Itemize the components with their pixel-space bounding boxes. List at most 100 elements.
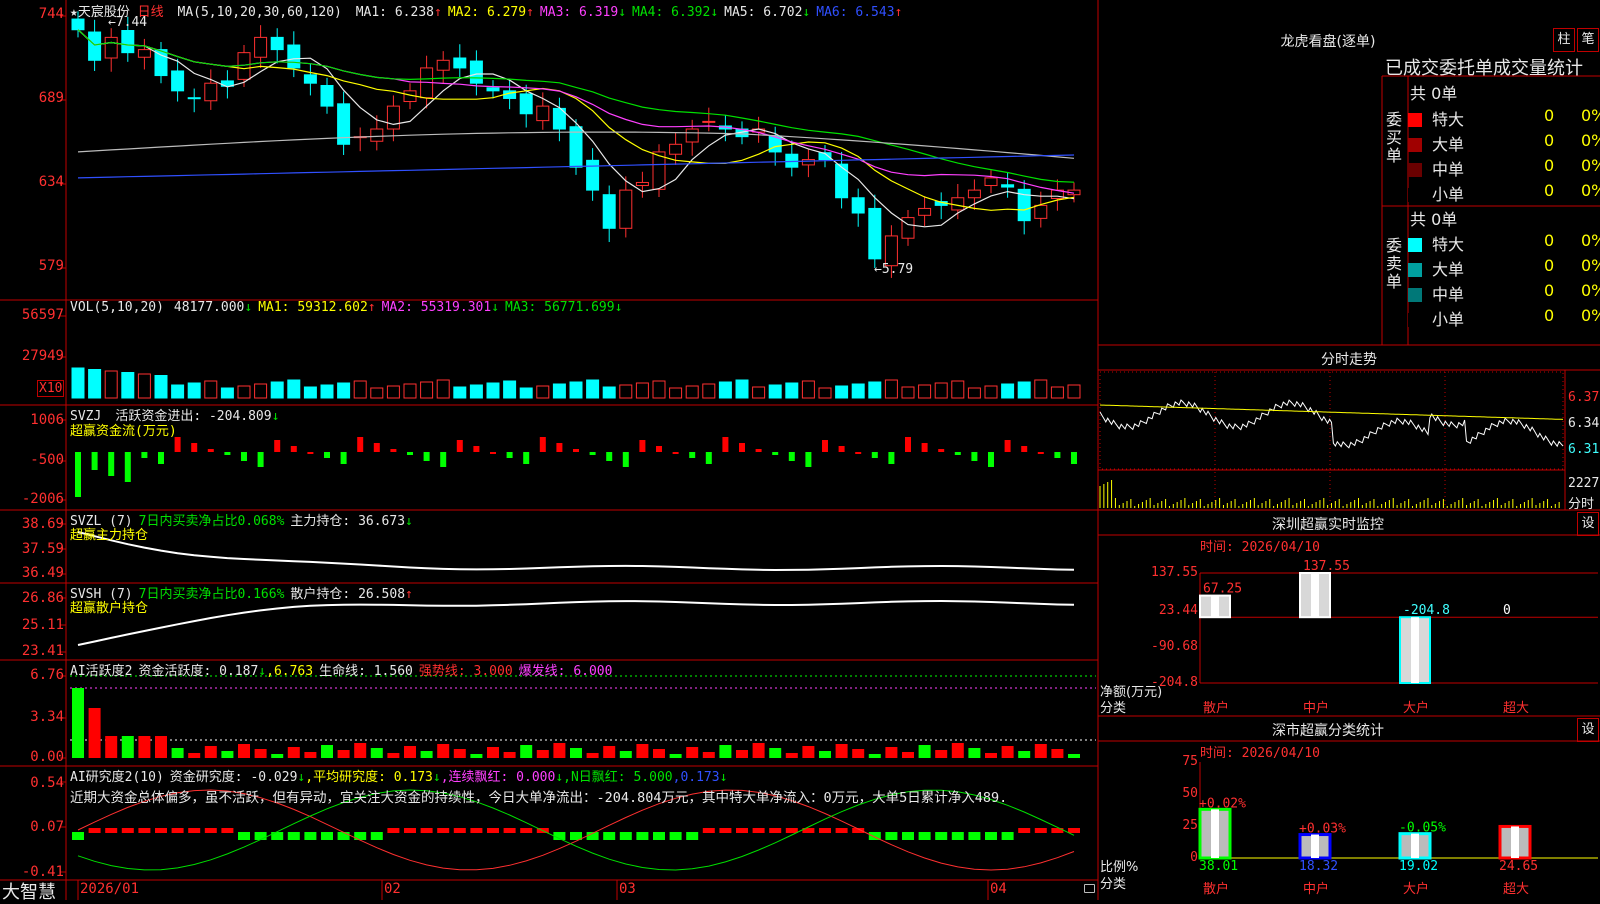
activity-bar: [536, 750, 549, 758]
activity-bar: [736, 750, 748, 758]
svzl-subtitle: 超赢主力持仓: [70, 528, 149, 543]
activity-bar: [238, 744, 250, 758]
research-bar: [470, 828, 483, 833]
candle-body: [801, 159, 815, 166]
fund-flow-bar: [755, 449, 762, 452]
monitor-category-label: 中户: [1303, 701, 1330, 716]
sell-pct: 0%: [1581, 256, 1600, 275]
ma4-arrow: ↓: [710, 5, 719, 20]
volume-bar: [187, 382, 201, 399]
classify-category-label: 大户: [1403, 882, 1430, 897]
candle-body: [967, 189, 981, 199]
research-bar: [88, 828, 101, 833]
candle-body: [270, 36, 284, 51]
main-holding-path: [77, 531, 1075, 572]
research-bar: [785, 828, 798, 833]
vol-value: 48177.000: [173, 300, 245, 315]
activity-bar: [653, 749, 665, 758]
candle-body: [918, 207, 932, 216]
fund-flow-bar: [805, 452, 812, 467]
sell-label: 小单: [1432, 310, 1465, 329]
research-bar: [188, 828, 201, 833]
activity-bar: [487, 747, 499, 758]
volume-bar: [121, 372, 135, 399]
volume-bar: [237, 385, 251, 399]
volume-bar: [320, 384, 334, 399]
sell-count: 0: [1544, 256, 1555, 275]
monitor-category-label: 散户: [1203, 701, 1230, 716]
volume-bar: [503, 380, 517, 399]
volume-bar: [785, 382, 799, 399]
monitor-title: 深圳超赢实时监控: [1272, 517, 1384, 533]
candle-body: [652, 151, 666, 190]
activity-bar: [918, 745, 931, 758]
svzj-subtitle: 超赢资金流(万元): [70, 424, 177, 439]
candle-body: [303, 74, 317, 84]
fund-flow-bar: [141, 452, 148, 458]
buy-count: 0: [1544, 156, 1555, 175]
activity-bar: [155, 736, 167, 758]
classify-y-0: 0: [1190, 850, 1198, 865]
fund-flow-bar: [456, 440, 463, 452]
classify-settings-button[interactable]: 设: [1577, 718, 1599, 742]
fund-flow-bar: [373, 443, 380, 452]
fund-flow-bar: [490, 452, 496, 454]
candle-body: [951, 197, 965, 211]
volume-bar: [204, 380, 218, 399]
brand-logo: 大智慧: [2, 882, 56, 903]
monitor-category-label: 大户: [1403, 701, 1430, 716]
volume-bar: [569, 381, 583, 399]
research-bar: [155, 828, 167, 833]
research-bar: [121, 828, 134, 833]
volume-bar: [884, 379, 898, 399]
retail-holding-path: [77, 599, 1075, 646]
candle-body: [635, 181, 649, 187]
activity-bar: [852, 749, 865, 758]
svzj-arrow: ↓: [271, 409, 280, 424]
volume-bar: [934, 382, 948, 399]
tick-mode-button[interactable]: 笔: [1577, 28, 1599, 52]
research-bar: [686, 832, 699, 840]
volume-bar: [303, 386, 317, 399]
buy-count: 0: [1544, 106, 1555, 125]
date-label-mar: 03: [619, 881, 636, 897]
fund-flow-bar: [407, 452, 413, 455]
monitor-bar-highlight: [1411, 617, 1419, 683]
activity-bar: [669, 754, 682, 758]
ma1-arrow: ↑: [433, 5, 442, 20]
svsh-arrow: ↑: [405, 587, 413, 602]
activity-bar: [138, 736, 151, 758]
fund-flow-bar: [573, 449, 579, 452]
buy-row: 大单 0 0%: [1408, 131, 1600, 155]
candle-body: [984, 177, 998, 187]
fund-flow-bar: [822, 440, 828, 452]
volume-bar: [486, 382, 500, 399]
intraday-title: 分时走势: [1321, 352, 1377, 368]
svzj-y-top: 1006: [30, 412, 64, 428]
research-bar: [653, 832, 665, 840]
monitor-chart: 67.25 137.55 -204.8 0: [1199, 559, 1598, 684]
classify-change-label: +0.02%: [1199, 796, 1246, 811]
monitor-settings-button[interactable]: 设: [1577, 512, 1599, 536]
research-bar: [918, 832, 931, 840]
svzl-label1: 7日内买卖净占比0.068%: [138, 514, 285, 529]
research-bar: [752, 828, 765, 833]
activity-bar: [752, 743, 765, 758]
lock-icon[interactable]: [1084, 884, 1095, 893]
activity-bar: [802, 746, 815, 758]
research-bar: [370, 832, 383, 840]
bar-mode-button[interactable]: 柱: [1553, 28, 1575, 52]
fund-flow-bar: [739, 443, 745, 452]
sell-count: 0: [1544, 281, 1555, 300]
candle-body: [1001, 184, 1015, 188]
fund-flow-bar: [274, 440, 281, 452]
candle-body: [1034, 204, 1048, 219]
activity-bar: [636, 744, 649, 758]
classify-y-25: 25: [1182, 818, 1198, 833]
low-price-note: ←5.79: [874, 262, 914, 277]
volume-bar: [718, 381, 732, 399]
volume-bar: [1017, 381, 1031, 399]
ai1-activity: 资金活跃度: 0.187: [138, 664, 259, 679]
volume-bar: [337, 382, 351, 399]
research-bar: [1018, 828, 1031, 833]
